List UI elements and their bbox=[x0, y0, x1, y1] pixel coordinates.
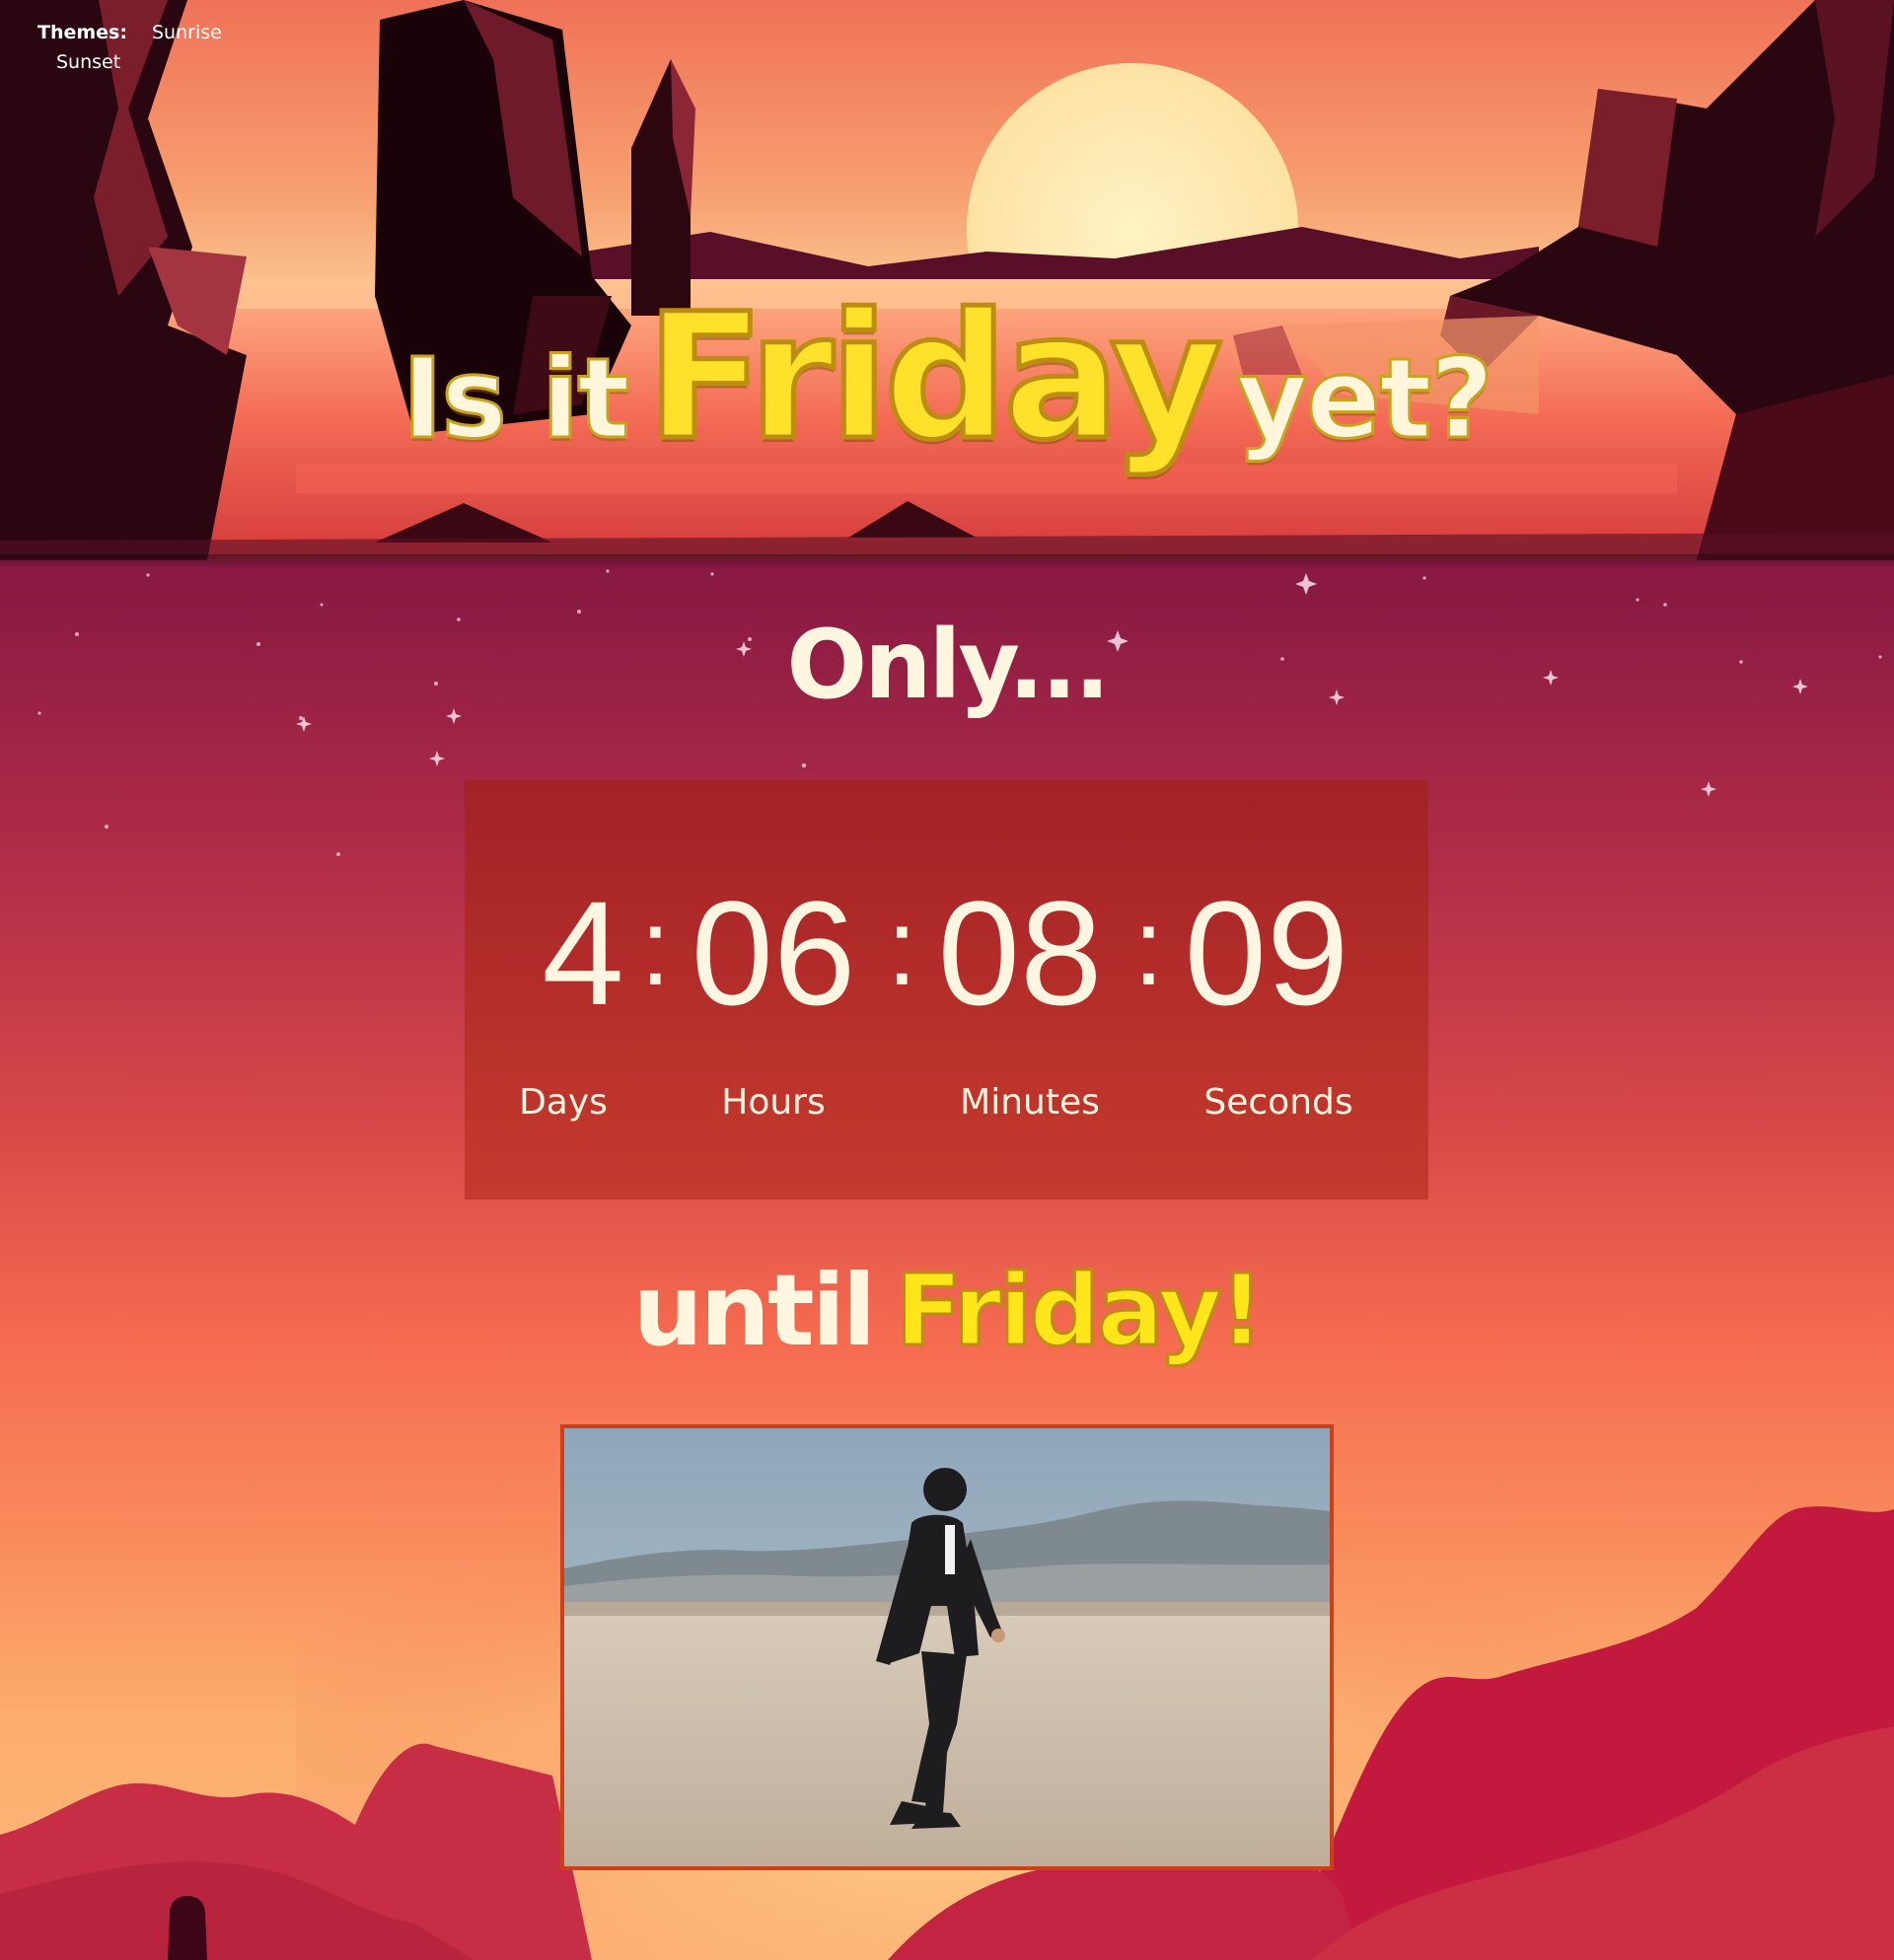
intro-heading: Only... bbox=[786, 610, 1110, 720]
countdown-panel: 4 : 06 : 08 : 09 Days Hours Minutes Seco… bbox=[465, 780, 1428, 1199]
minutes-value: 08 bbox=[937, 870, 1103, 1036]
separator: : bbox=[640, 887, 671, 1008]
outro-text: until bbox=[632, 1253, 876, 1368]
separator: : bbox=[887, 887, 917, 1008]
title-highlight: Friday bbox=[643, 274, 1225, 481]
title-part-2: yet? bbox=[1234, 334, 1494, 466]
walking-man-gif bbox=[560, 1424, 1334, 1870]
seconds-label: Seconds bbox=[1203, 1082, 1353, 1123]
countdown-labels: Days Hours Minutes Seconds bbox=[465, 1082, 1428, 1131]
hours-value: 06 bbox=[691, 870, 856, 1036]
separator: : bbox=[1133, 887, 1164, 1008]
outro-highlight: Friday! bbox=[894, 1252, 1266, 1370]
themes-label: Themes: bbox=[37, 22, 127, 43]
outro-heading: until Friday! bbox=[0, 1252, 1894, 1370]
theme-option-sunrise[interactable]: Sunrise bbox=[152, 22, 222, 43]
minutes-label: Minutes bbox=[960, 1082, 1100, 1123]
hours-label: Hours bbox=[721, 1082, 826, 1123]
countdown-digits: 4 : 06 : 08 : 09 bbox=[465, 879, 1428, 1027]
title-part-1: Is it bbox=[401, 334, 631, 466]
seconds-value: 09 bbox=[1184, 870, 1349, 1036]
header-banner: Themes: Sunrise Sunset Is it Friday yet? bbox=[0, 0, 1894, 560]
days-value: 4 bbox=[542, 870, 624, 1036]
days-label: Days bbox=[519, 1082, 608, 1123]
gif-image bbox=[564, 1428, 1330, 1866]
page-title: Is it Friday yet? bbox=[0, 274, 1894, 481]
theme-option-sunset[interactable]: Sunset bbox=[56, 51, 120, 73]
